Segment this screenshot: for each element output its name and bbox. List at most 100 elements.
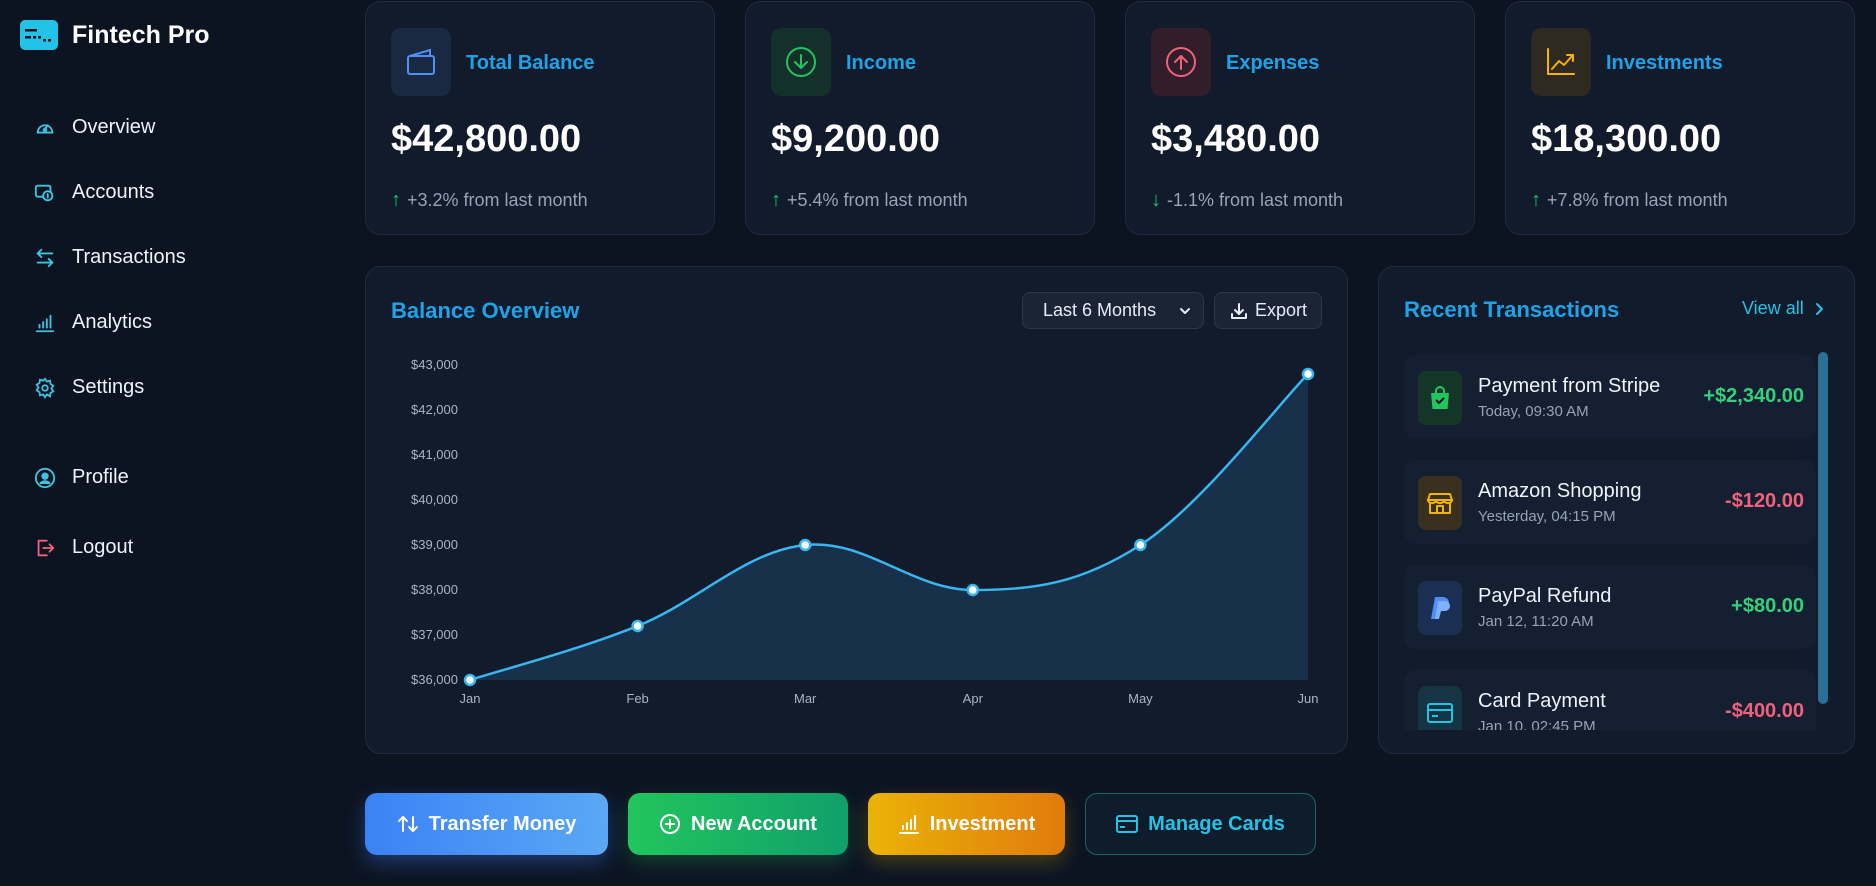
arrow-down-icon: ↓ (1151, 189, 1161, 211)
stat-change-text: +5.4% from last month (787, 190, 968, 210)
stat-value: $9,200.00 (771, 118, 941, 160)
transfer-arrows-icon (36, 248, 54, 267)
arrow-down-circle-icon (771, 28, 831, 96)
brand[interactable]: Fintech Pro (20, 20, 210, 50)
transaction-date: Jan 12, 11:20 AM (1478, 613, 1594, 630)
transaction-name: Card Payment (1478, 690, 1606, 712)
transaction-item[interactable]: Amazon Shopping Yesterday, 04:15 PM -$12… (1404, 460, 1816, 544)
investment-label: Investment (929, 812, 1036, 835)
stat-title: Total Balance (466, 52, 595, 74)
stat-title: Income (846, 52, 917, 74)
y-tick-label: $42,000 (411, 402, 458, 417)
data-point[interactable] (798, 538, 812, 552)
sidebar-item-logout[interactable]: Logout (34, 536, 133, 559)
brand-logo-icon (20, 20, 58, 50)
x-tick-label: May (1128, 691, 1153, 706)
view-all-link[interactable]: View all (1742, 298, 1826, 319)
y-tick-label: $36,000 (411, 672, 458, 687)
investment-button[interactable]: Investment (868, 793, 1065, 855)
stat-change: ↓ -1.1% from last month (1151, 189, 1343, 212)
sidebar-item-settings[interactable]: Settings (34, 376, 144, 399)
arrow-up-circle-icon (1151, 28, 1211, 96)
x-tick-label: Jun (1298, 691, 1319, 706)
export-button[interactable]: Export (1214, 292, 1322, 329)
gauge-icon (36, 123, 54, 133)
transfer-money-button[interactable]: Transfer Money (365, 793, 608, 855)
sidebar-item-overview[interactable]: Overview (34, 116, 155, 139)
stat-change: ↑ +5.4% from last month (771, 189, 968, 212)
transaction-item[interactable]: Payment from Stripe Today, 09:30 AM +$2,… (1404, 355, 1816, 439)
y-tick-label: $39,000 (411, 537, 458, 552)
new-account-label: New Account (691, 812, 817, 835)
sidebar-item-analytics[interactable]: Analytics (34, 311, 152, 334)
data-point[interactable] (1301, 367, 1315, 381)
data-point[interactable] (966, 583, 980, 597)
data-point[interactable] (631, 619, 644, 633)
sidebar-item-accounts[interactable]: Accounts (34, 181, 154, 204)
period-select[interactable]: Last 6 Months (1022, 292, 1204, 329)
arrow-up-icon: ↑ (771, 189, 781, 211)
y-tick-label: $37,000 (411, 627, 458, 642)
manage-cards-button[interactable]: Manage Cards (1085, 793, 1316, 855)
download-icon (1230, 302, 1247, 319)
store-icon (1418, 476, 1462, 530)
sidebar-item-label: Settings (72, 376, 145, 398)
transaction-item[interactable]: PayPal Refund Jan 12, 11:20 AM +$80.00 (1404, 565, 1816, 649)
export-label: Export (1254, 300, 1308, 320)
stat-card-investments: Investments $18,300.00 ↑ +7.8% from last… (1505, 1, 1855, 235)
transaction-date: Jan 10, 02:45 PM (1478, 718, 1596, 730)
stat-card-expenses: Expenses $3,480.00 ↓ -1.1% from last mon… (1125, 1, 1475, 235)
y-tick-label: $38,000 (411, 582, 458, 597)
data-point[interactable] (1134, 538, 1147, 552)
user-circle-icon (34, 467, 56, 488)
stat-change: ↑ +3.2% from last month (391, 189, 588, 212)
stat-change-text: -1.1% from last month (1167, 190, 1344, 210)
transaction-item[interactable]: Card Payment Jan 10, 02:45 PM -$400.00 (1404, 670, 1816, 730)
stat-change-text: +3.2% from last month (407, 190, 588, 210)
arrow-up-icon: ↑ (391, 189, 401, 211)
sidebar: Fintech Pro Overview Accounts Transactio… (0, 0, 330, 886)
sidebar-item-label: Analytics (72, 311, 153, 333)
arrow-up-icon: ↑ (1531, 189, 1541, 211)
chevron-right-icon (1815, 302, 1823, 315)
y-tick-label: $40,000 (411, 492, 458, 507)
transaction-amount: +$80.00 (1731, 595, 1804, 617)
sidebar-item-transactions[interactable]: Transactions (34, 246, 186, 269)
credit-card-icon (1116, 815, 1139, 833)
sidebar-item-label: Overview (72, 116, 156, 138)
transaction-name: Payment from Stripe (1478, 375, 1661, 397)
balance-overview-title: Balance Overview (391, 298, 580, 323)
stat-value: $3,480.00 (1151, 118, 1321, 160)
plus-circle-icon (660, 814, 681, 834)
sidebar-item-profile[interactable]: Profile (34, 466, 129, 489)
sidebar-item-label: Logout (72, 536, 134, 558)
scrollbar-thumb[interactable] (1818, 352, 1828, 704)
y-tick-label: $43,000 (411, 357, 458, 372)
manage-cards-label: Manage Cards (1148, 812, 1285, 835)
sidebar-item-label: Accounts (72, 181, 155, 203)
stat-card-total-balance: Total Balance $42,800.00 ↑ +3.2% from la… (365, 1, 715, 235)
accounts-icon (34, 184, 54, 201)
x-tick-label: Jan (460, 691, 481, 706)
transaction-name: PayPal Refund (1478, 585, 1612, 607)
stat-value: $42,800.00 (391, 118, 582, 160)
data-point[interactable] (463, 673, 477, 687)
stat-title: Investments (1606, 52, 1723, 74)
shopping-bag-icon (1418, 371, 1462, 425)
sidebar-item-label: Transactions (72, 246, 186, 268)
transaction-amount: -$120.00 (1725, 490, 1804, 512)
x-tick-label: Mar (794, 691, 817, 706)
new-account-button[interactable]: New Account (628, 793, 848, 855)
transfer-money-label: Transfer Money (428, 812, 577, 835)
transaction-amount: +$2,340.00 (1703, 385, 1804, 407)
stat-change-text: +7.8% from last month (1547, 190, 1728, 210)
transaction-amount: -$400.00 (1725, 700, 1804, 722)
x-tick-label: Feb (626, 691, 648, 706)
trending-up-icon (1531, 28, 1591, 96)
wallet-icon (391, 28, 451, 96)
view-all-label: View all (1742, 298, 1804, 318)
paypal-icon (1418, 581, 1462, 635)
y-tick-label: $41,000 (411, 447, 458, 462)
chevron-down-icon (1180, 308, 1190, 314)
logout-icon (37, 539, 55, 556)
